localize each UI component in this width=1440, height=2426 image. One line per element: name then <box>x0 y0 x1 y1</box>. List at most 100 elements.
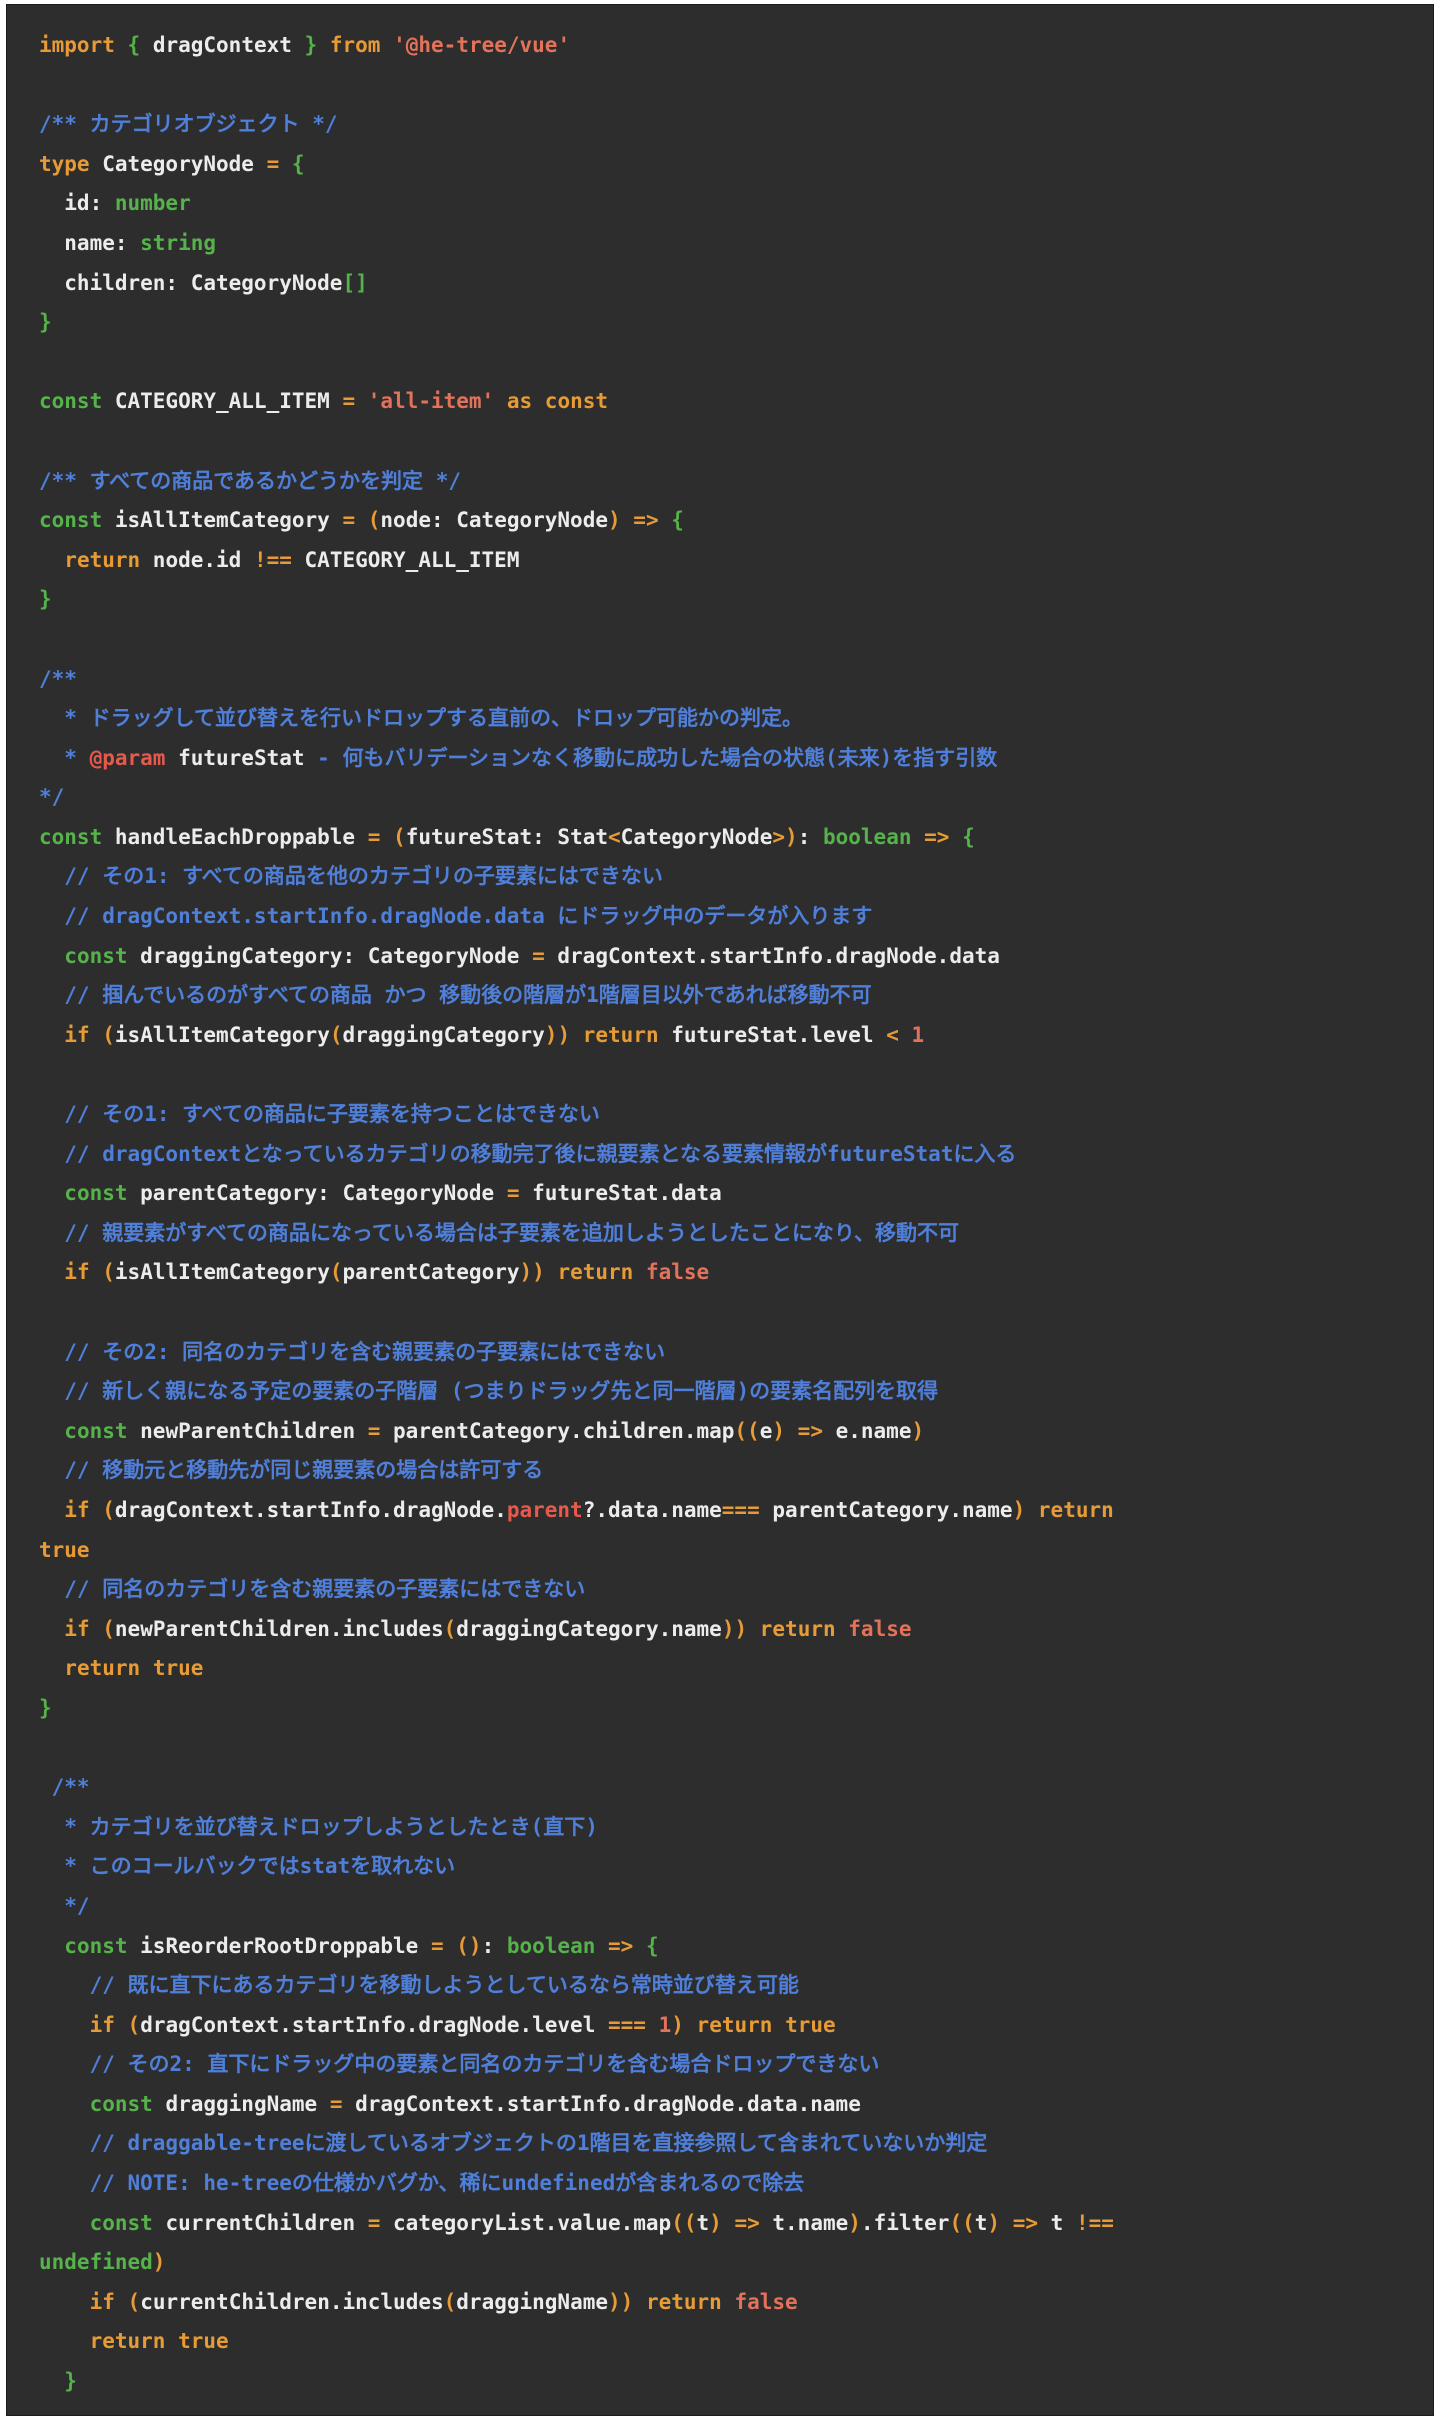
code-token: (( <box>734 1418 760 1443</box>
code-token: return <box>557 1260 634 1285</box>
code-token: /** すべての商品であるかどうかを判定 */ <box>39 468 461 493</box>
code-token: => <box>1012 2210 1038 2235</box>
code-token: */ <box>39 785 65 810</box>
code-token: t.name <box>759 2210 849 2235</box>
code-token: => <box>797 1418 823 1443</box>
code-token: 'all-item' <box>367 389 495 414</box>
code-token: futureStat.data <box>519 1181 722 1206</box>
code-token: dragContext.startInfo.dragNode.data.name <box>342 2091 861 2116</box>
code-token: = <box>367 824 381 849</box>
code-token: handleEachDroppable <box>102 824 368 849</box>
code-token: { <box>291 151 305 176</box>
code-token: children: CategoryNode <box>39 270 343 295</box>
code-line: import { dragContext } from '@he-tree/vu… <box>39 26 1433 66</box>
code-token: type <box>39 151 90 176</box>
code-line: const isAllItemCategory = (node: Categor… <box>39 501 1433 541</box>
code-line: if (dragContext.startInfo.dragNode.paren… <box>39 1491 1433 1531</box>
code-token: (( <box>949 2210 975 2235</box>
code-line: // 親要素がすべての商品になっている場合は子要素を追加しようとしたことになり、… <box>39 1214 1433 1254</box>
code-token: ( <box>367 508 381 533</box>
code-token: // dragContext.startInfo.dragNode.data に… <box>39 904 873 929</box>
code-token: 1 <box>911 1022 925 1047</box>
code-token: futureStat.level <box>658 1022 887 1047</box>
code-line: } <box>39 303 1433 343</box>
code-line: const parentCategory: CategoryNode = fut… <box>39 1174 1433 1214</box>
code-token: id: <box>39 191 115 216</box>
code-token: isAllItemCategory <box>102 508 343 533</box>
code-token: // その2: 同名のカテゴリを含む親要素の子要素にはできない <box>39 1339 666 1364</box>
code-token: = <box>342 508 356 533</box>
code-editor: import { dragContext } from '@he-tree/vu… <box>6 4 1434 2416</box>
code-line: const isReorderRootDroppable = (): boole… <box>39 1927 1433 1967</box>
code-token: // その1: すべての商品を他のカテゴリの子要素にはできない <box>39 864 663 889</box>
code-token: ) <box>152 2250 166 2275</box>
code-token: )) <box>519 1260 545 1285</box>
code-token: e <box>759 1418 773 1443</box>
code-token: if <box>64 1497 90 1522</box>
code-token: ) <box>1012 1497 1026 1522</box>
code-token: dragContext <box>140 33 305 57</box>
code-line: children: CategoryNode[] <box>39 264 1433 304</box>
code-token: if <box>89 2012 115 2037</box>
code-line: true <box>39 1531 1433 1571</box>
code-token: // 掴んでいるのがすべての商品 かつ 移動後の階層が1階層目以外であれば移動不… <box>39 983 872 1008</box>
code-line: type CategoryNode = { <box>39 145 1433 185</box>
code-token: ( <box>443 1616 457 1641</box>
code-token: /** <box>39 1775 90 1800</box>
code-token: * このコールバックではstatを取れない <box>39 1854 456 1879</box>
code-token: */ <box>39 1893 90 1918</box>
code-token: ) <box>785 824 798 849</box>
code-token: isAllItemCategory <box>114 1260 330 1285</box>
code-token: // その2: 直下にドラッグ中の要素と同名のカテゴリを含む場合ドロップできない <box>39 2052 880 2077</box>
code-token: // 親要素がすべての商品になっている場合は子要素を追加しようとしたことになり、… <box>39 1220 960 1245</box>
code-token: e.name <box>822 1418 912 1443</box>
code-token: CATEGORY_ALL_ITEM <box>102 389 343 414</box>
code-token: ( <box>329 1260 343 1285</box>
code-token: => <box>608 1933 634 1958</box>
code-token: CATEGORY_ALL_ITEM <box>291 547 520 572</box>
code-token: .filter <box>860 2210 950 2235</box>
code-token: false <box>645 1260 710 1285</box>
code-token: const <box>39 508 103 533</box>
code-line: if (newParentChildren.includes(draggingC… <box>39 1610 1433 1650</box>
code-token: ) <box>772 1418 786 1443</box>
code-line: // dragContextとなっているカテゴリの移動完了後に親要素となる要素情… <box>39 1135 1433 1175</box>
code-token: draggingCategory.name <box>456 1616 722 1641</box>
code-line: // NOTE: he-treeの仕様かバグか、稀にundefinedが含まれる… <box>39 2164 1433 2204</box>
code-token: parentCategory: CategoryNode <box>127 1181 507 1206</box>
code-token: ( <box>127 2289 141 2314</box>
code-token: ( <box>393 824 406 849</box>
code-line: return node.id !== CATEGORY_ALL_ITEM <box>39 541 1433 581</box>
code-token: ( <box>127 2012 141 2037</box>
code-line: const draggingCategory: CategoryNode = d… <box>39 937 1433 977</box>
code-token: )) <box>608 2289 634 2314</box>
code-line: const CATEGORY_ALL_ITEM = 'all-item' as … <box>39 382 1433 422</box>
code-line: // dragContext.startInfo.dragNode.data に… <box>39 897 1433 937</box>
